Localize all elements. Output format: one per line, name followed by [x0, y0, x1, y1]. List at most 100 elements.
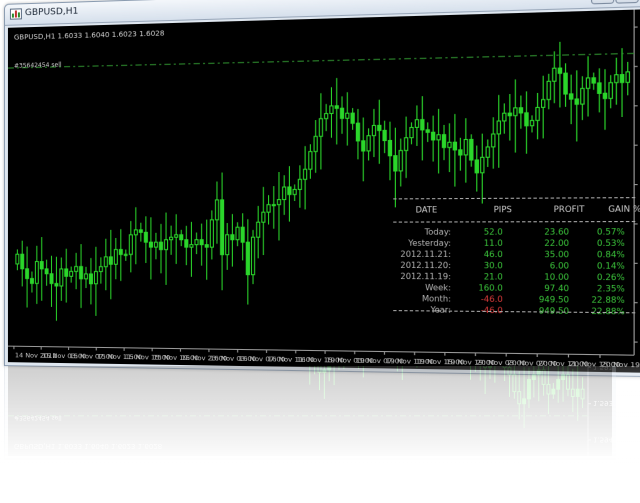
table-pips-cell: -46.0 — [481, 306, 503, 316]
stats-table: DATEPIPSPROFITGAIN %Today:52.023.600.57%… — [393, 198, 640, 317]
candlestick-chart[interactable]: 1.59451.59301.59151.59001.58851.58701.58… — [8, 9, 640, 373]
table-profit-cell: 949.50 — [539, 306, 569, 316]
bull-candle — [293, 189, 296, 194]
table-profit-cell: 35.00 — [544, 250, 569, 260]
bear-candle — [356, 123, 359, 141]
bear-candle — [109, 257, 112, 264]
table-date-cell: Month: — [422, 294, 451, 304]
bear-candle — [149, 242, 152, 247]
bull-candle — [547, 81, 550, 99]
bear-candle — [388, 140, 391, 155]
bull-candle — [298, 179, 301, 189]
minimize-button[interactable]: – — [591, 0, 614, 4]
bear-candle — [159, 242, 162, 249]
bull-candle — [410, 127, 413, 137]
table-gain-cell: 0.14% — [597, 261, 625, 271]
window-title: GBPUSD,H1 — [25, 7, 79, 19]
bull-candle — [581, 88, 584, 104]
order-level-line — [8, 53, 634, 68]
candles-layer — [16, 40, 630, 327]
bear-candle — [30, 279, 33, 284]
bull-candle — [553, 68, 556, 81]
bull-candle — [372, 125, 375, 135]
table-pips-cell: 11.0 — [484, 238, 503, 248]
bull-candle — [175, 235, 178, 237]
table-date-cell: 2012.11.21: — [400, 249, 450, 259]
chart-icon — [10, 8, 22, 19]
bull-candle — [503, 113, 506, 121]
bear-candle — [340, 108, 343, 118]
table-gain-cell: 0.57% — [597, 227, 625, 237]
bear-candle — [26, 269, 29, 279]
bull-candle — [541, 100, 544, 108]
bull-candle — [304, 169, 307, 179]
table-date-cell: Today: — [423, 227, 450, 237]
bull-candle — [309, 152, 312, 170]
bull-candle — [415, 120, 418, 128]
bull-candle — [626, 72, 629, 83]
bear-candle — [508, 113, 511, 116]
bull-candle — [319, 119, 322, 137]
table-date-cell: Week: — [425, 283, 451, 293]
bear-candle — [564, 73, 567, 94]
bear-candle — [40, 262, 43, 269]
price-chart[interactable]: 1.59451.59301.59151.59001.58851.58701.58… — [8, 9, 640, 373]
bear-candle — [21, 254, 24, 269]
bear-candle — [65, 269, 68, 276]
bull-candle — [85, 274, 88, 279]
bear-candle — [246, 242, 249, 274]
bear-candle — [470, 139, 473, 160]
table-pips-cell: 160.0 — [478, 283, 503, 293]
bear-candle — [80, 267, 83, 279]
bull-candle — [514, 108, 517, 116]
bear-candle — [205, 245, 208, 247]
bull-candle — [267, 205, 270, 213]
table-profit-cell: 10.00 — [544, 272, 569, 282]
bear-candle — [119, 250, 122, 255]
bull-candle — [99, 267, 102, 272]
bull-candle — [615, 75, 618, 83]
table-pips-cell: 30.0 — [484, 261, 503, 271]
bear-candle — [362, 141, 365, 151]
table-profit-cell: 22.00 — [544, 238, 569, 248]
bull-candle — [283, 187, 286, 200]
bull-candle — [165, 240, 168, 250]
bull-candle — [257, 222, 260, 237]
table-header-rule — [393, 222, 636, 223]
table-header: DATE — [416, 205, 438, 215]
table-gain-cell: 0.26% — [597, 272, 625, 282]
bull-candle — [325, 114, 328, 119]
bull-candle — [536, 107, 539, 120]
table-profit-cell: 949.50 — [539, 295, 569, 305]
reflection-fade — [0, 366, 640, 480]
table-pips-cell: -46.0 — [481, 294, 503, 304]
bear-candle — [592, 78, 595, 83]
bear-candle — [144, 232, 147, 242]
table-header: GAIN % — [608, 204, 640, 214]
table-pips-cell: 46.0 — [484, 250, 503, 260]
bull-candle — [195, 240, 198, 245]
bear-candle — [575, 99, 578, 104]
bull-candle — [251, 237, 254, 274]
maximize-button[interactable]: □ — [615, 0, 638, 4]
bull-candle — [346, 113, 349, 118]
table-date-cell: 2012.11.19: — [400, 272, 450, 282]
bull-candle — [236, 227, 239, 239]
bull-candle — [210, 220, 213, 247]
bull-candle — [497, 121, 500, 134]
table-date-cell: Yesterday: — [407, 238, 451, 248]
bear-candle — [421, 120, 424, 130]
bull-candle — [124, 254, 127, 255]
bull-candle — [215, 200, 218, 220]
bull-candle — [35, 262, 38, 284]
bear-candle — [221, 200, 224, 255]
bear-candle — [200, 240, 203, 245]
table-header: PIPS — [494, 205, 512, 215]
bull-candle — [314, 136, 317, 151]
bear-candle — [475, 160, 478, 173]
price-axis: 1.59451.59301.59151.59001.58851.58701.58… — [634, 22, 640, 347]
table-gain-cell: 22.88% — [591, 295, 624, 305]
bull-candle — [262, 212, 265, 222]
bull-candle — [405, 138, 408, 151]
bull-candle — [16, 254, 19, 264]
